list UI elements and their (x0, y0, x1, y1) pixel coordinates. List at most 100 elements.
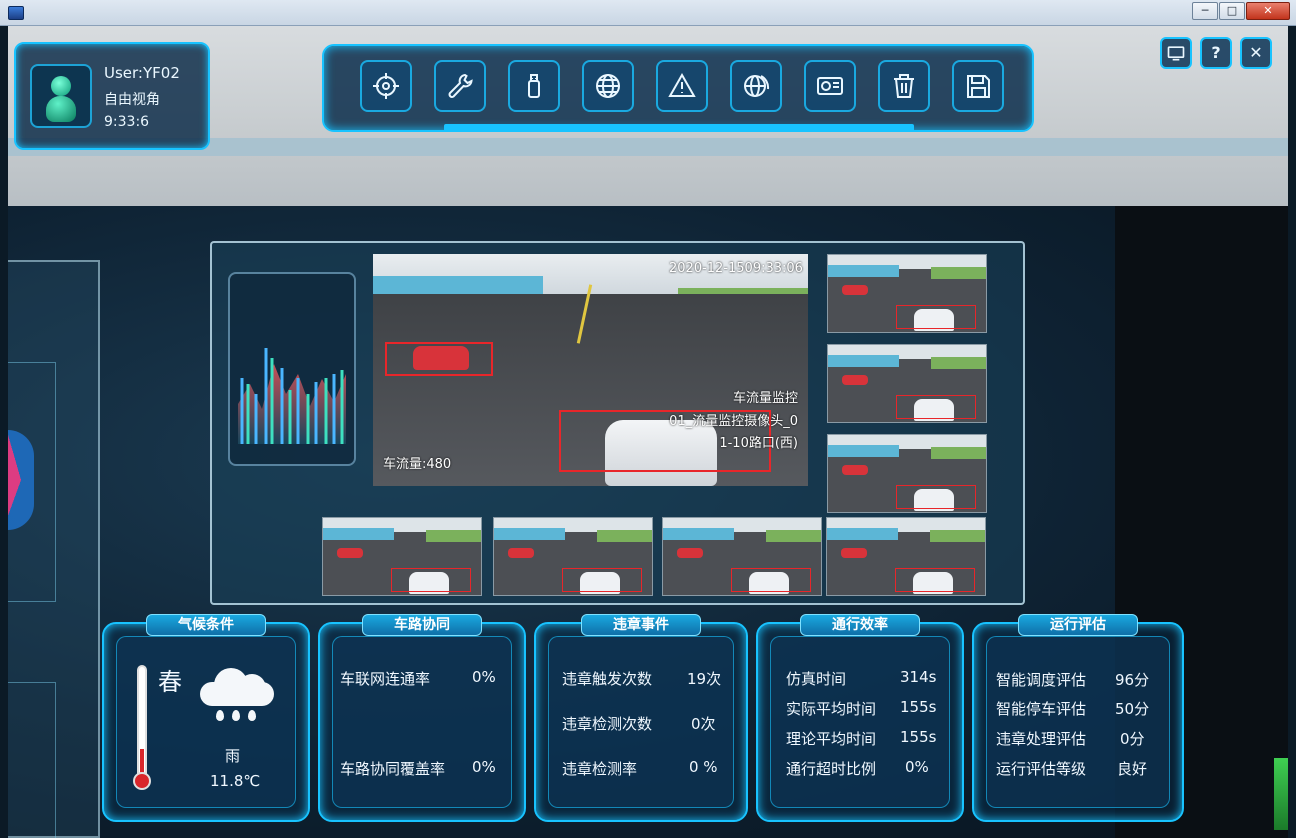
violation-row-label: 违章检测率 (562, 760, 638, 778)
rain-cloud-icon (200, 668, 276, 708)
globe-network-icon (744, 75, 770, 97)
save-icon (967, 75, 990, 98)
v2x-panel-body (332, 636, 512, 808)
v2x-title: 车路协同 (362, 614, 482, 636)
climate-title: 气候条件 (146, 614, 266, 636)
warning-icon (668, 72, 696, 97)
id-card-icon (817, 77, 843, 95)
violation-row-label: 违章检测次数 (562, 715, 653, 733)
delete-button[interactable] (878, 60, 930, 112)
settings-button[interactable] (434, 60, 486, 112)
v2x-panel: 车路协同 (318, 614, 526, 822)
feed-camera-name: 01_流量监控摄像头_0 (669, 414, 798, 429)
rain-drop-icon (216, 710, 224, 721)
window-close-button[interactable]: ✕ (1246, 2, 1290, 20)
toolbar (322, 44, 1034, 132)
thermometer-bulb (133, 772, 151, 790)
camera-thumbnail[interactable] (662, 517, 822, 596)
globe-icon (596, 74, 620, 98)
main-camera-feed[interactable]: 2020-12-1509:33:06 车流量监控 01_流量监控摄像头_0 1-… (373, 254, 808, 486)
evaluation-row-label: 智能停车评估 (996, 700, 1087, 718)
evaluation-panel-body (986, 636, 1170, 808)
screen-button[interactable] (1160, 37, 1192, 69)
save-button[interactable] (952, 60, 1004, 112)
v2x-row-label: 车联网连通率 (340, 670, 431, 688)
app-icon (8, 6, 24, 20)
v2x-row-value: 0% (472, 668, 496, 686)
clock: 9:33:6 (104, 114, 150, 130)
efficiency-row-label: 通行超时比例 (786, 760, 877, 778)
usb-icon (528, 74, 540, 98)
minimize-button[interactable]: ─ (1192, 2, 1218, 20)
network-button[interactable] (730, 60, 782, 112)
monitor-icon (1167, 46, 1185, 61)
user-panel: User:YF02 自由视角 9:33:6 (14, 42, 210, 150)
left-panel-frame (8, 260, 100, 838)
mini-chart (238, 348, 346, 444)
user-name: User:YF02 (104, 64, 180, 82)
violation-row-label: 违章触发次数 (562, 670, 653, 688)
violation-row-value: 0 % (689, 758, 718, 776)
season-label: 春 (158, 668, 182, 696)
feed-monitor-title: 车流量监控 (732, 391, 798, 406)
rain-drop-icon (248, 710, 256, 721)
avatar[interactable] (30, 64, 92, 128)
app-window: ─ □ ✕ User:YF02 自由视角 9:33:6 ? ✕ 2020-12-… (0, 0, 1296, 838)
evaluation-row-value: 良好 (1117, 760, 1148, 778)
target-icon (373, 73, 399, 99)
rain-drop-icon (232, 710, 240, 721)
evaluation-row-label: 智能调度评估 (996, 671, 1087, 689)
camera-thumbnail[interactable] (493, 517, 653, 596)
thermometer-icon (137, 665, 147, 783)
evaluation-row-label: 违章处理评估 (996, 730, 1087, 748)
camera-thumbnail[interactable] (826, 517, 986, 596)
pie-chart-fragment (8, 430, 34, 530)
violation-row-value: 0次 (691, 715, 716, 733)
usb-button[interactable] (508, 60, 560, 112)
efficiency-panel-body (770, 636, 950, 808)
evaluation-row-value: 96分 (1115, 671, 1150, 689)
maximize-button[interactable]: □ (1219, 2, 1245, 20)
efficiency-title: 通行效率 (800, 614, 920, 636)
title-bar[interactable]: ─ □ ✕ (0, 0, 1296, 26)
help-button[interactable]: ? (1200, 37, 1232, 69)
mini-chart-panel (228, 272, 356, 466)
window-controls: ─ □ ✕ (1191, 2, 1290, 20)
detection-box-1 (385, 342, 493, 376)
feed-flow-count: 车流量:480 (383, 457, 452, 472)
feed-road-name: 1-10路口(西) (719, 436, 798, 451)
toolbar-accent (444, 124, 914, 132)
efficiency-row-value: 314s (900, 668, 937, 686)
left-panel-slot-bottom (8, 682, 56, 838)
globe-button[interactable] (582, 60, 634, 112)
evaluation-row-label: 运行评估等级 (996, 760, 1087, 778)
warning-button[interactable] (656, 60, 708, 112)
evaluation-row-value: 50分 (1115, 700, 1150, 718)
camera-thumbnail[interactable] (827, 254, 987, 333)
camera-thumbnail[interactable] (322, 517, 482, 596)
evaluation-row-value: 0分 (1120, 730, 1145, 748)
efficiency-row-value: 0% (905, 758, 929, 776)
wrench-icon (448, 73, 473, 98)
id-card-button[interactable] (804, 60, 856, 112)
v2x-row-value: 0% (472, 758, 496, 776)
temperature-value: 11.8℃ (210, 772, 261, 790)
weather-label: 雨 (225, 747, 241, 765)
target-button[interactable] (360, 60, 412, 112)
v2x-row-label: 车路协同覆盖率 (340, 760, 446, 778)
evaluation-panel: 运行评估 (972, 614, 1184, 822)
efficiency-panel: 通行效率 (756, 614, 964, 822)
camera-thumbnail[interactable] (827, 344, 987, 423)
evaluation-title: 运行评估 (1018, 614, 1138, 636)
exit-button[interactable]: ✕ (1240, 37, 1272, 69)
efficiency-row-label: 仿真时间 (786, 670, 847, 688)
efficiency-row-label: 实际平均时间 (786, 700, 877, 718)
efficiency-row-value: 155s (900, 728, 937, 746)
violation-row-value: 19次 (687, 670, 722, 688)
efficiency-row-label: 理论平均时间 (786, 730, 877, 748)
level-bar (1274, 758, 1288, 830)
trash-icon (894, 74, 914, 98)
violation-title: 违章事件 (581, 614, 701, 636)
climate-panel: 气候条件 (102, 614, 310, 822)
camera-thumbnail[interactable] (827, 434, 987, 513)
